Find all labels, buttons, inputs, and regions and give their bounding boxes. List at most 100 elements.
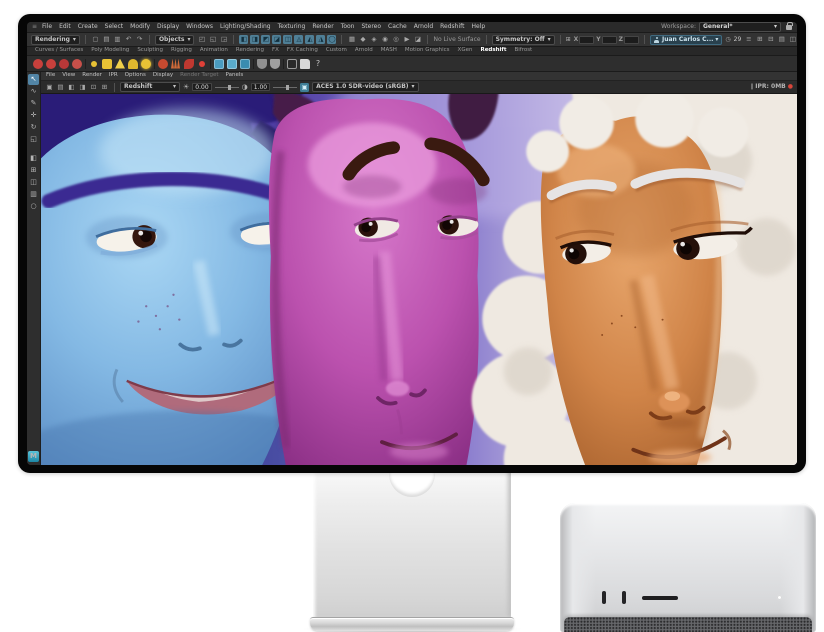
layout-preset-icon[interactable]: ▥	[28, 189, 39, 200]
shelf-tab[interactable]: Custom	[326, 48, 347, 54]
snap-icon[interactable]: ◬	[294, 35, 303, 44]
menu-item[interactable]: File	[42, 24, 52, 30]
mask-icon[interactable]: ◰	[197, 35, 206, 44]
snap-icon[interactable]: ◮	[316, 35, 325, 44]
status-icon[interactable]: ↷	[135, 35, 144, 44]
render-icon[interactable]: ◎	[391, 35, 400, 44]
shelf-tool-icon[interactable]	[240, 59, 250, 69]
shelf-tool-icon[interactable]	[33, 59, 43, 69]
shelf-tool-icon[interactable]	[141, 59, 151, 69]
shelf-tool-icon[interactable]	[128, 59, 138, 69]
tool-icon[interactable]: ◱	[28, 134, 39, 145]
shelf-tool-icon[interactable]	[199, 61, 205, 67]
shelf-tab[interactable]: Rigging	[171, 48, 192, 54]
render-view-menu-item[interactable]: Render Target	[180, 73, 218, 79]
shelf-tab[interactable]: XGen	[458, 48, 473, 54]
shelf-tab[interactable]: Curves / Surfaces	[35, 48, 83, 54]
shelf-tab[interactable]: Arnold	[355, 48, 373, 54]
pause-icon[interactable]: ∥	[750, 84, 753, 90]
shelf-tool-icon[interactable]	[283, 59, 284, 69]
shelf-tool-icon[interactable]	[154, 59, 155, 69]
color-management-icon[interactable]: ▣	[300, 83, 309, 92]
shelf-tab[interactable]: MASH	[381, 48, 397, 54]
tool-icon[interactable]: ✎	[28, 98, 39, 109]
tool-icon[interactable]: ↖	[28, 74, 39, 85]
menu-item[interactable]: Cache	[388, 24, 407, 30]
workspace-dropdown[interactable]: General*▾	[699, 22, 781, 32]
menu-item[interactable]: Toon	[341, 24, 355, 30]
render-view-menu-item[interactable]: IPR	[109, 73, 118, 79]
axis-input[interactable]	[602, 36, 617, 44]
render-view-icon[interactable]: ▣	[45, 83, 54, 92]
status-icon[interactable]: ↶	[124, 35, 133, 44]
shelf-tool-icon[interactable]	[253, 59, 254, 69]
shelf-tool-icon[interactable]	[72, 59, 82, 69]
shelf-tool-icon[interactable]	[46, 59, 56, 69]
grid-icon[interactable]: ⊞	[566, 37, 571, 43]
status-icon[interactable]: ▤	[102, 35, 111, 44]
status-icon[interactable]: ▢	[91, 35, 100, 44]
layout-preset-icon[interactable]: ◧	[28, 153, 39, 164]
tool-icon[interactable]: ✛	[28, 110, 39, 121]
shelf-tool-icon[interactable]	[270, 59, 280, 69]
menu-item[interactable]: Help	[472, 24, 486, 30]
panel-icon[interactable]: ▤	[777, 35, 786, 44]
shelf-tool-icon[interactable]	[184, 59, 194, 69]
menu-item[interactable]: Arnold	[414, 24, 433, 30]
menu-item[interactable]: Render	[312, 24, 333, 30]
render-view-menu-item[interactable]: Display	[153, 73, 173, 79]
snap-icon[interactable]: ◩	[261, 35, 270, 44]
app-menu-icon[interactable]: ≡	[32, 24, 37, 30]
shelf-tool-icon[interactable]	[214, 59, 224, 69]
shelf-tab[interactable]: Animation	[200, 48, 228, 54]
shelf-tool-icon[interactable]: ?	[313, 59, 323, 69]
layout-preset-icon[interactable]: ◫	[28, 177, 39, 188]
snap-icon[interactable]: ◯	[327, 35, 336, 44]
menu-item[interactable]: Display	[157, 24, 179, 30]
colorspace-dropdown[interactable]: ACES 1.0 SDR-video (sRGB)▾	[312, 82, 418, 92]
render-view-menu-item[interactable]: Panels	[226, 73, 244, 79]
snap-icon[interactable]: ◫	[283, 35, 292, 44]
render-icon[interactable]: ◪	[413, 35, 422, 44]
snap-icon[interactable]: ◨	[250, 35, 259, 44]
render-view-menu-item[interactable]: File	[46, 73, 55, 79]
snap-icon[interactable]: ◧	[239, 35, 248, 44]
menu-item[interactable]: Redshift	[440, 24, 464, 30]
shelf-tab[interactable]: Sculpting	[137, 48, 163, 54]
gamma-slider[interactable]	[273, 87, 297, 88]
panel-icon[interactable]: ⊞	[755, 35, 764, 44]
renderer-dropdown[interactable]: Redshift▾	[120, 82, 180, 92]
snap-icon[interactable]: ◪	[272, 35, 281, 44]
panel-icon[interactable]: ◫	[788, 35, 797, 44]
menu-item[interactable]: Windows	[186, 24, 213, 30]
shelf-tab[interactable]: FX	[272, 48, 279, 54]
mask-icon[interactable]: ◲	[219, 35, 228, 44]
menu-item[interactable]: Lighting/Shading	[220, 24, 271, 30]
selection-mode-dropdown[interactable]: Objects▾	[155, 35, 195, 45]
exposure-slider[interactable]	[215, 87, 239, 88]
tool-icon[interactable]: ∿	[28, 86, 39, 97]
render-icon[interactable]: ▶	[402, 35, 411, 44]
shelf-tool-icon[interactable]	[158, 59, 168, 69]
menu-item[interactable]: Edit	[59, 24, 71, 30]
axis-input[interactable]	[624, 36, 639, 44]
tool-icon[interactable]: ↻	[28, 122, 39, 133]
mask-icon[interactable]: ◱	[208, 35, 217, 44]
render-view-icon[interactable]: ⊞	[100, 83, 109, 92]
zoom-tool-icon[interactable]: ○	[28, 201, 39, 212]
render-viewport[interactable]	[41, 94, 797, 465]
shelf-tab[interactable]: Poly Modeling	[91, 48, 129, 54]
exposure-input[interactable]: 0.00	[192, 83, 211, 91]
shelf-tool-icon[interactable]	[102, 59, 112, 69]
render-view-icon[interactable]: ▤	[56, 83, 65, 92]
shelf-tool-icon[interactable]	[300, 59, 310, 69]
shelf-tool-icon[interactable]	[171, 59, 181, 69]
shelf-tab[interactable]: Motion Graphics	[405, 48, 450, 54]
shelf-tool-icon[interactable]	[227, 59, 237, 69]
render-view-menu-item[interactable]: Options	[125, 73, 146, 79]
render-icon[interactable]: ◆	[358, 35, 367, 44]
lock-icon[interactable]	[786, 25, 792, 30]
shelf-tab[interactable]: Redshift	[480, 48, 506, 54]
render-view-icon[interactable]: ◨	[78, 83, 87, 92]
menu-item[interactable]: Select	[105, 24, 124, 30]
